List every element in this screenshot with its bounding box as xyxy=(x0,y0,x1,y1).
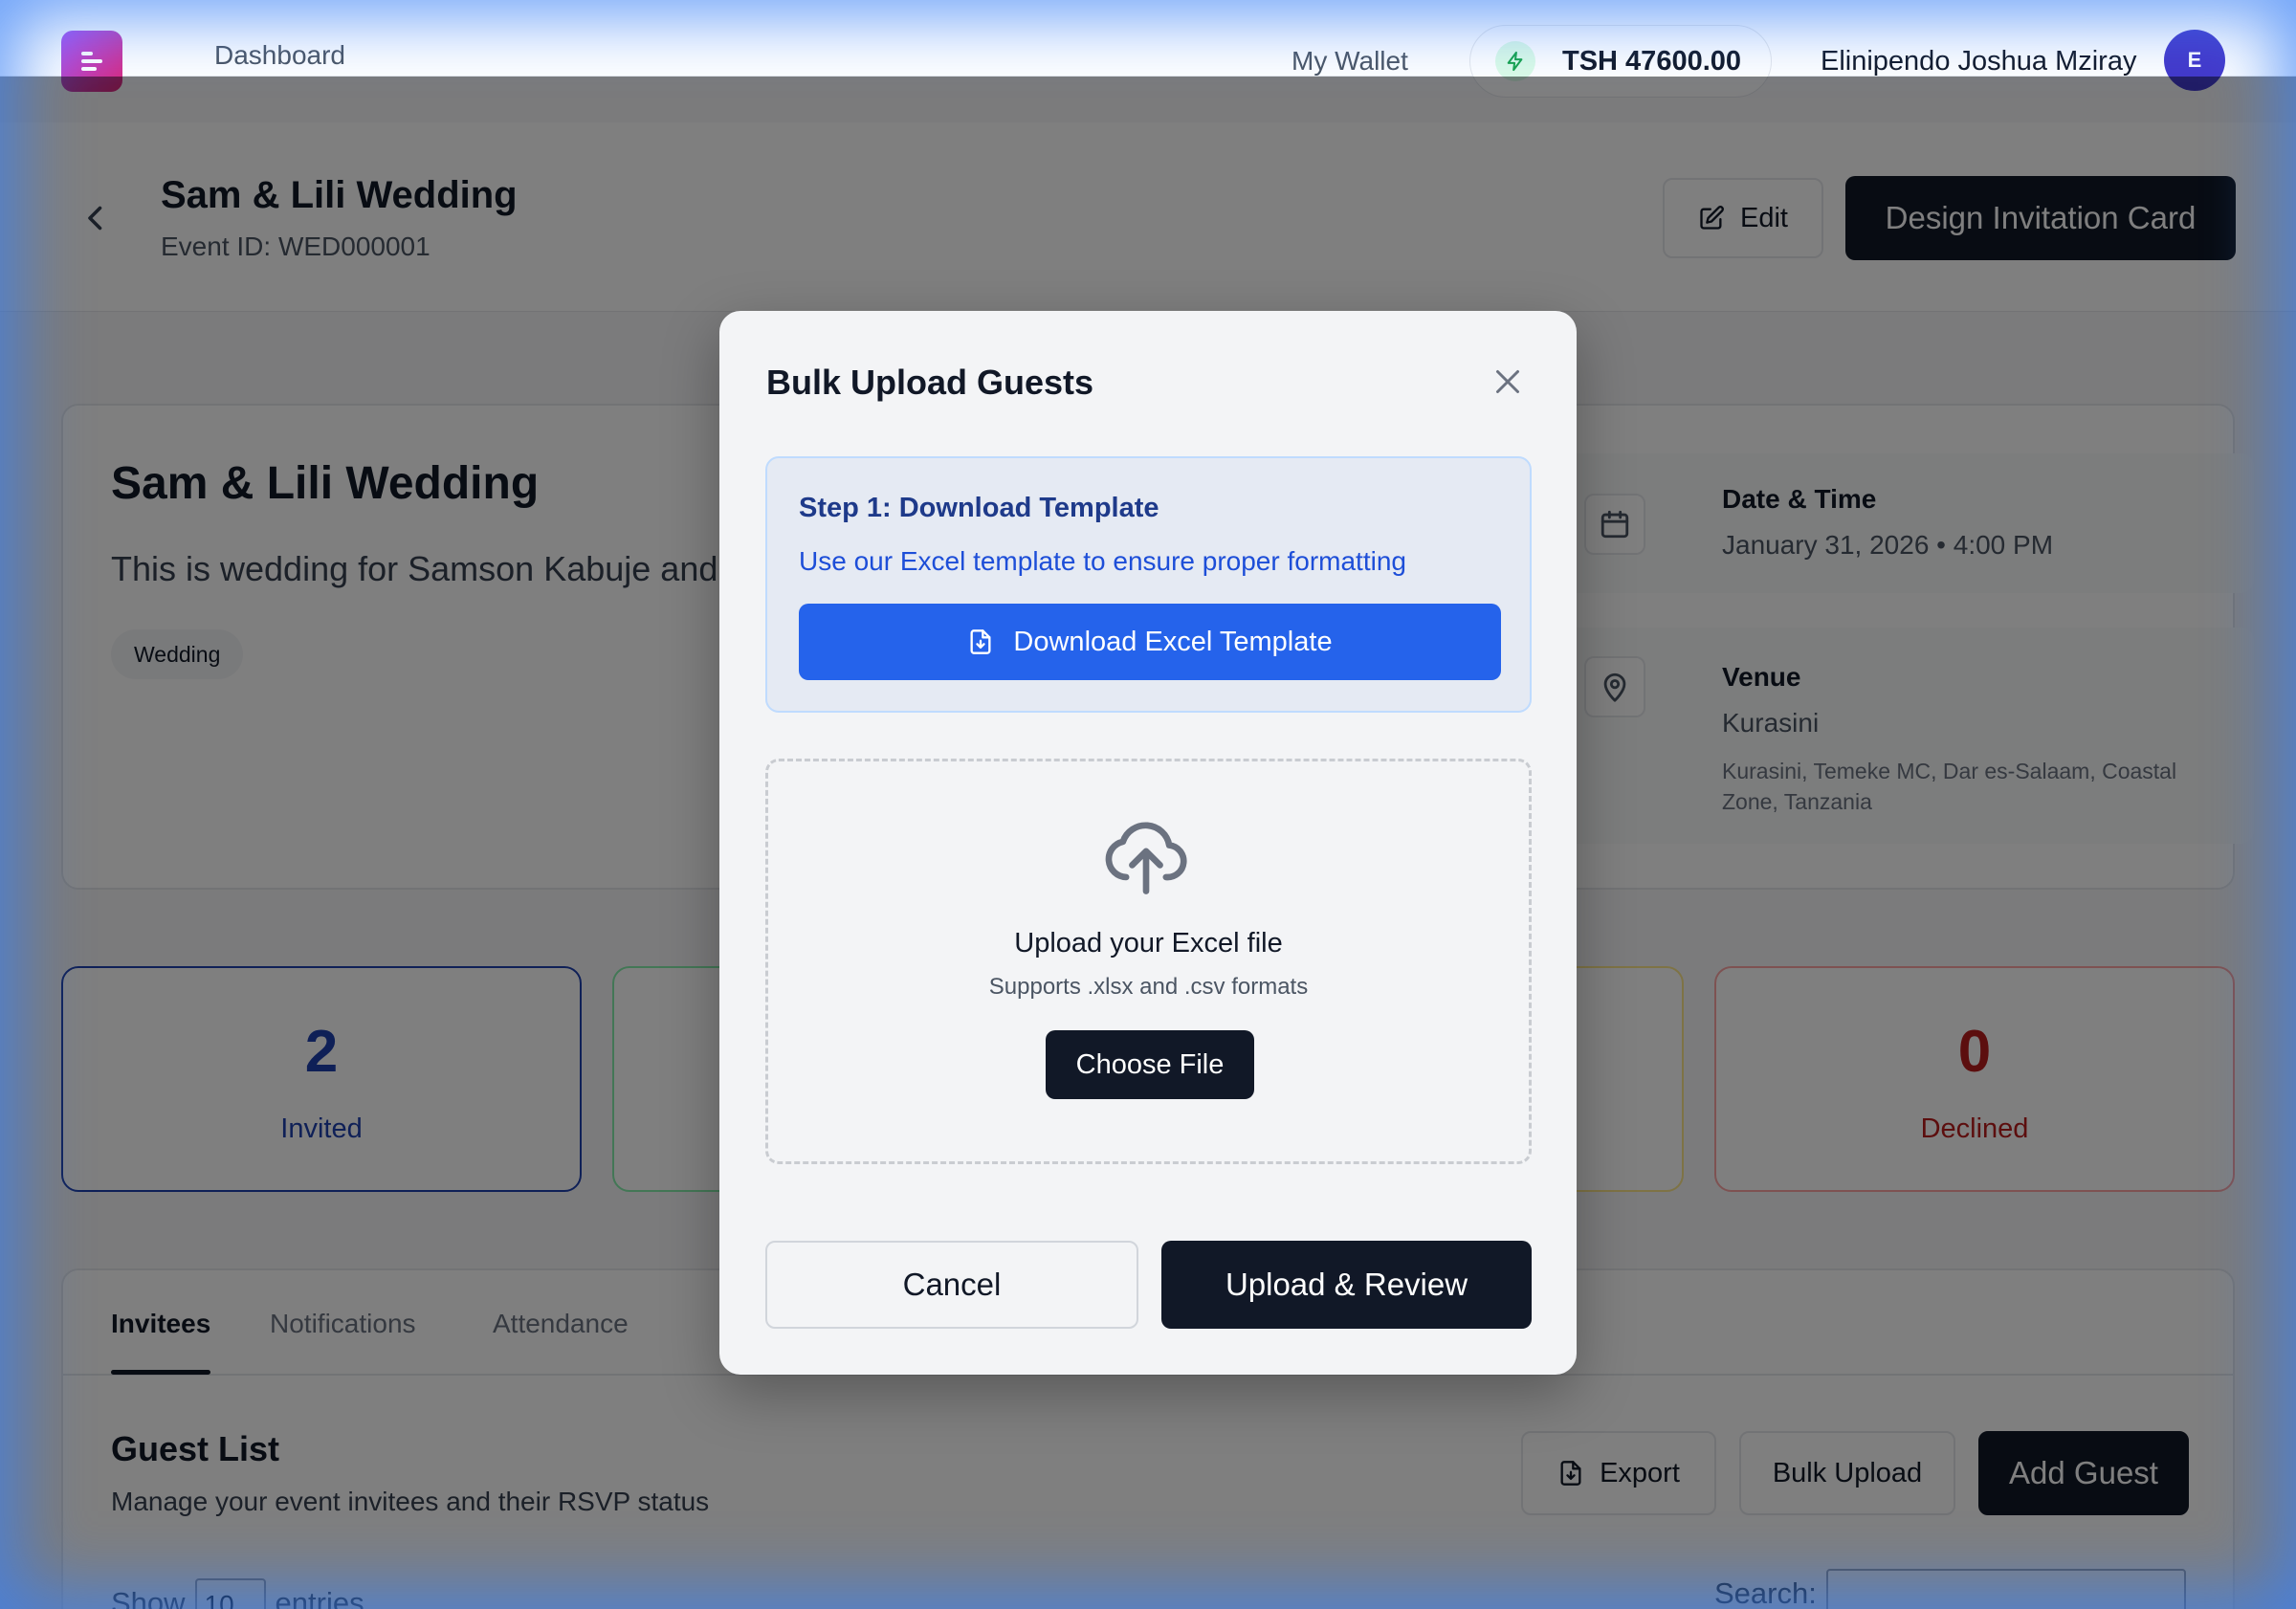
file-download-icon xyxy=(970,629,991,654)
user-name[interactable]: Elinipendo Joshua Mziray xyxy=(1821,46,2136,77)
drop-subtitle: Supports .xlsx and .csv formats xyxy=(988,974,1309,1000)
template-step-box: Step 1: Download Template Use our Excel … xyxy=(765,456,1532,713)
bulk-upload-modal: Bulk Upload Guests Step 1: Download Temp… xyxy=(719,311,1577,1375)
wallet-balance: TSH 47600.00 xyxy=(1562,45,1742,77)
step-description: Use our Excel template to ensure proper … xyxy=(799,546,1406,576)
close-icon[interactable] xyxy=(1490,364,1525,399)
nav-dashboard-link[interactable]: Dashboard xyxy=(214,40,345,71)
top-nav: Dashboard My Wallet TSH 47600.00 Elinipe… xyxy=(0,0,2296,98)
modal-title: Bulk Upload Guests xyxy=(766,363,1094,402)
cloud-upload-icon xyxy=(1105,822,1187,894)
file-drop-zone[interactable]: Upload your Excel file Supports .xlsx an… xyxy=(765,759,1532,1164)
nav-wallet-link[interactable]: My Wallet xyxy=(1292,46,1408,77)
upload-review-button[interactable]: Upload & Review xyxy=(1161,1241,1532,1329)
cancel-button[interactable]: Cancel xyxy=(765,1241,1138,1329)
choose-file-button[interactable]: Choose File xyxy=(1046,1030,1254,1099)
app-page: Dashboard My Wallet TSH 47600.00 Elinipe… xyxy=(0,0,2296,1609)
bolt-icon xyxy=(1495,41,1535,81)
download-template-button[interactable]: Download Excel Template xyxy=(799,604,1501,680)
download-label: Download Excel Template xyxy=(1013,626,1333,657)
step-title: Step 1: Download Template xyxy=(799,493,1159,523)
drop-title: Upload your Excel file xyxy=(1014,928,1283,959)
